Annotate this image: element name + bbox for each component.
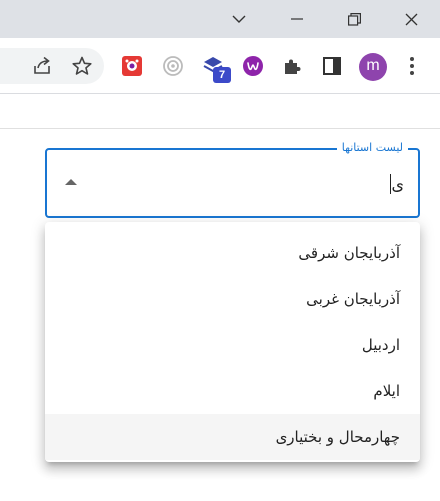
side-panel-icon[interactable] bbox=[320, 54, 344, 78]
close-button[interactable] bbox=[382, 0, 440, 38]
list-item-highlighted[interactable]: چهارمحال و بختیاری bbox=[45, 414, 420, 460]
restore-icon bbox=[347, 12, 361, 26]
avatar[interactable]: m bbox=[359, 53, 387, 81]
extension-red-icon[interactable] bbox=[120, 54, 144, 78]
close-icon bbox=[405, 13, 418, 26]
minimize-button[interactable] bbox=[268, 0, 326, 38]
list-item[interactable]: آذربایجان شرقی bbox=[45, 230, 420, 276]
browser-toolbar: 7 m bbox=[0, 38, 440, 94]
tab-search-button[interactable] bbox=[210, 0, 268, 38]
list-item[interactable]: ایلام bbox=[45, 368, 420, 414]
extension-w-icon[interactable] bbox=[241, 54, 265, 78]
restore-button[interactable] bbox=[325, 0, 383, 38]
caret-up-icon[interactable] bbox=[65, 179, 77, 185]
extension-badge: 7 bbox=[213, 67, 231, 83]
puzzle-icon[interactable] bbox=[280, 54, 304, 78]
province-field-label: لیست استانها bbox=[336, 140, 408, 156]
province-autocomplete[interactable]: لیست استانها bbox=[45, 140, 420, 218]
share-icon[interactable] bbox=[30, 54, 54, 78]
list-item[interactable]: آذربایجان غربی bbox=[45, 276, 420, 322]
extension-circle-icon[interactable] bbox=[161, 54, 185, 78]
title-bar bbox=[0, 0, 440, 38]
page-content: لیست استانها آذربایجان شرقی آذربایجان غر… bbox=[0, 95, 440, 501]
chevron-down-icon bbox=[232, 14, 246, 24]
text-cursor bbox=[390, 174, 391, 194]
province-input[interactable] bbox=[104, 172, 404, 196]
bookmark-star-icon[interactable] bbox=[70, 54, 94, 78]
list-item[interactable]: اردبیل bbox=[45, 322, 420, 368]
province-options-list: آذربایجان شرقی آذربایجان غربی اردبیل ایل… bbox=[45, 222, 420, 462]
minimize-icon bbox=[291, 13, 303, 25]
more-vert-icon[interactable] bbox=[400, 54, 424, 78]
divider bbox=[0, 128, 440, 129]
